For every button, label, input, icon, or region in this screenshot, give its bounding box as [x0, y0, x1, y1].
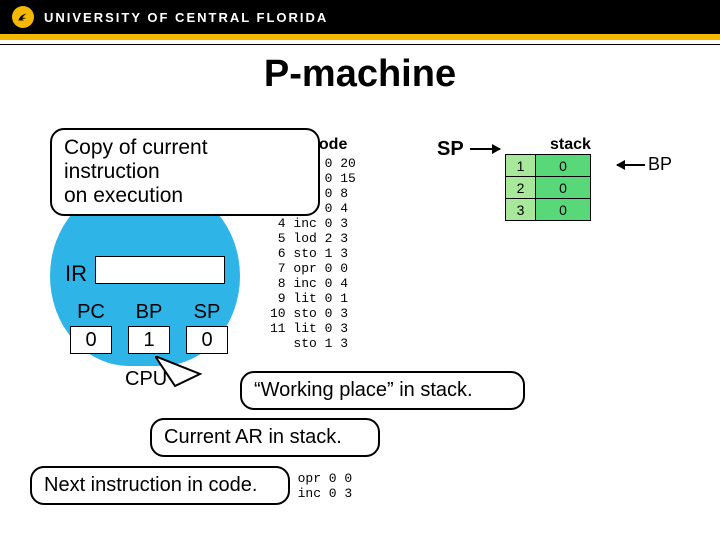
ucf-pegasus-icon: [12, 6, 34, 28]
university-name: UNIVERSITY OF CENTRAL FLORIDA: [44, 10, 328, 25]
callout-next-instruction: Next instruction in code.: [30, 466, 290, 505]
table-row: 10: [506, 155, 591, 177]
stack-heading: stack: [550, 136, 591, 154]
stack-index: 2: [506, 177, 536, 199]
callout-copy-instruction: Copy of current instruction on execution: [50, 128, 320, 216]
stack-table: 10 20 30: [505, 154, 591, 221]
sp-register: SP 0: [186, 301, 228, 354]
stack-value: 0: [536, 155, 591, 177]
sp-label: SP: [186, 301, 228, 324]
pc-register: PC 0: [70, 301, 112, 354]
callout-tail-cpu: [155, 356, 245, 406]
thin-divider: [0, 44, 720, 45]
table-row: 30: [506, 199, 591, 221]
stack-index: 1: [506, 155, 536, 177]
bp-value: 1: [128, 326, 170, 354]
stack-index: 3: [506, 199, 536, 221]
pc-value: 0: [70, 326, 112, 354]
bp-arrow-icon: [617, 164, 645, 166]
gold-divider: [0, 34, 720, 40]
table-row: 20: [506, 177, 591, 199]
page-title: P-machine: [0, 53, 720, 96]
stack-value: 0: [536, 177, 591, 199]
callout-current-ar: Current AR in stack.: [150, 418, 380, 457]
sp-value: 0: [186, 326, 228, 354]
code-listing-bottom: 9 opr 0 0 0 inc 0 3: [282, 471, 352, 501]
ir-label: IR: [65, 261, 87, 287]
callout-working-place: “Working place” in stack.: [240, 371, 525, 410]
pc-label: PC: [70, 301, 112, 324]
ir-register-box: [95, 256, 225, 284]
sp-arrow-icon: [470, 148, 500, 150]
bp-label: BP: [128, 301, 170, 324]
diagram-stage: IR PC 0 BP 1 SP 0 CPU code 0 jmp 0 20 1 …: [0, 96, 720, 536]
stack-value: 0: [536, 199, 591, 221]
bp-pointer-label: BP: [648, 154, 672, 175]
header-bar: UNIVERSITY OF CENTRAL FLORIDA: [0, 0, 720, 34]
sp-pointer-label: SP: [437, 138, 464, 161]
bp-register: BP 1: [128, 301, 170, 354]
